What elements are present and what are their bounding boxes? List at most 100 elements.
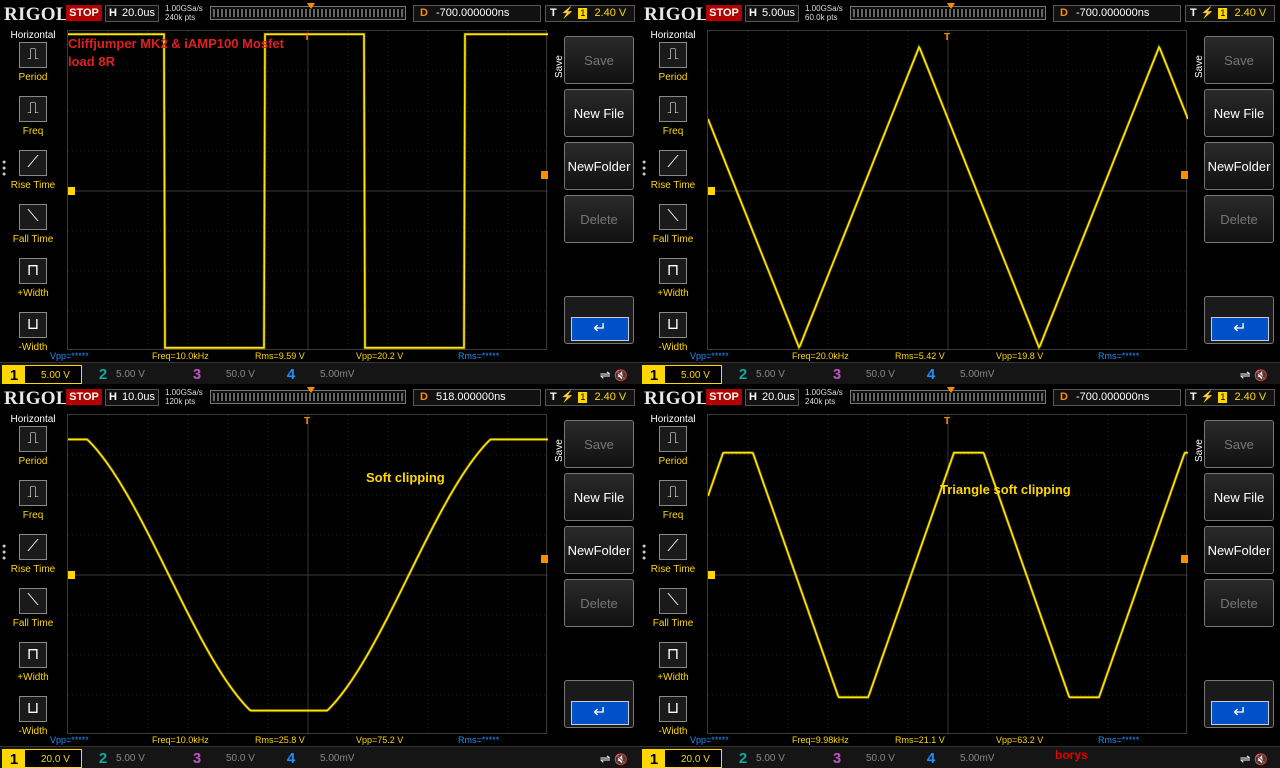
ch2-tab[interactable]: 2 5.00 V xyxy=(92,749,184,768)
ch4-tab[interactable]: 4 5.00mV xyxy=(920,365,1012,384)
delete-button[interactable]: Delete xyxy=(564,579,634,627)
ch4-tab[interactable]: 4 5.00mV xyxy=(280,365,372,384)
new-folder-button[interactable]: NewFolder xyxy=(1204,142,1274,190)
run-stop-badge[interactable]: STOP xyxy=(706,389,742,405)
ch1-tab[interactable]: 1 5.00 V xyxy=(2,365,82,384)
ch1-number: 1 xyxy=(643,750,665,768)
scope-panel-3: RIGOL STOP H 20.0us 1.00GSa/s 240k pts D -7… xyxy=(640,384,1280,768)
measure-item-1[interactable]: ⎍ Freq xyxy=(640,480,706,530)
delete-button[interactable]: Delete xyxy=(1204,579,1274,627)
timebase-box[interactable]: H 5.00us xyxy=(745,5,799,22)
memory-strip[interactable] xyxy=(850,3,1046,20)
trigger-box[interactable]: T ⚡ 1 2.40 V xyxy=(1185,389,1275,406)
memory-strip[interactable] xyxy=(210,387,406,404)
run-stop-badge[interactable]: STOP xyxy=(66,5,102,21)
measure-item-4[interactable]: ⊓ +Width xyxy=(640,642,706,692)
trigger-level-marker xyxy=(541,555,548,563)
measure-item-0[interactable]: ⎍ Period xyxy=(0,42,66,92)
trigger-time-marker: T xyxy=(304,416,310,427)
memory-strip[interactable] xyxy=(850,387,1046,404)
ch1-tab[interactable]: 1 20.0 V xyxy=(642,749,722,768)
ch4-tab[interactable]: 4 5.00mV xyxy=(920,749,1012,768)
new-file-button[interactable]: New File xyxy=(1204,89,1274,137)
usb-icon: ⇌ 🔇 xyxy=(599,367,628,382)
trigger-box[interactable]: T ⚡ 1 2.40 V xyxy=(545,5,635,22)
measure-label: Rise Time xyxy=(10,564,56,575)
delay-box[interactable]: D -700.000000ns xyxy=(413,5,541,22)
brand-logo: RIGOL xyxy=(4,388,69,409)
measure-label: +Width xyxy=(657,288,689,299)
new-folder-button[interactable]: NewFolder xyxy=(564,526,634,574)
horizontal-menu: Horizontal ● ● ● ⎍ Period ⎍ Freq ⟋ Rise Ti… xyxy=(0,30,66,360)
new-file-button[interactable]: New File xyxy=(1204,473,1274,521)
run-stop-badge[interactable]: STOP xyxy=(706,5,742,21)
new-file-button[interactable]: New File xyxy=(564,89,634,137)
measure-item-1[interactable]: ⎍ Freq xyxy=(640,96,706,146)
back-button[interactable]: ↵ xyxy=(1204,680,1274,728)
ch1-tab[interactable]: 1 5.00 V xyxy=(642,365,722,384)
measure-item-2[interactable]: ⟋ Rise Time xyxy=(0,534,66,584)
measure-item-3[interactable]: ⟍ Fall Time xyxy=(0,588,66,638)
sample-info: 1.00GSa/s 240k pts xyxy=(165,4,203,22)
delay-box[interactable]: D -700.000000ns xyxy=(1053,389,1181,406)
measure-item-2[interactable]: ⟋ Rise Time xyxy=(640,150,706,200)
trigger-box[interactable]: T ⚡ 1 2.40 V xyxy=(1185,5,1275,22)
save-button[interactable]: Save xyxy=(564,36,634,84)
speaker-mute-icon: 🔇 xyxy=(614,370,628,382)
measure-item-1[interactable]: ⎍ Freq xyxy=(0,480,66,530)
ch3-tab[interactable]: 3 50.0 V xyxy=(186,365,278,384)
ch1-scale: 5.00 V xyxy=(41,370,70,381)
horizontal-menu: Horizontal ● ● ● ⎍ Period ⎍ Freq ⟋ Rise Ti… xyxy=(640,414,706,744)
waveform-display[interactable]: T xyxy=(707,414,1188,735)
delay-box[interactable]: D 518.000000ns xyxy=(413,389,541,406)
waveform-display[interactable]: T xyxy=(67,414,548,735)
measure-item-3[interactable]: ⟍ Fall Time xyxy=(640,588,706,638)
h-label: H xyxy=(109,7,117,19)
waveform-display[interactable]: T xyxy=(707,30,1188,351)
ch4-number: 4 xyxy=(926,750,936,767)
d-label: D xyxy=(1060,7,1068,19)
timebase-box[interactable]: H 10.0us xyxy=(105,389,159,406)
save-button[interactable]: Save xyxy=(1204,420,1274,468)
delay-box[interactable]: D -700.000000ns xyxy=(1053,5,1181,22)
usb-icon: ⇌ 🔇 xyxy=(1239,751,1268,766)
save-button[interactable]: Save xyxy=(1204,36,1274,84)
memory-strip[interactable] xyxy=(210,3,406,20)
delete-button[interactable]: Delete xyxy=(564,195,634,243)
measure-item-2[interactable]: ⟋ Rise Time xyxy=(640,534,706,584)
measure-item-4[interactable]: ⊓ +Width xyxy=(640,258,706,308)
timebase-box[interactable]: H 20.0us xyxy=(105,5,159,22)
ch4-tab[interactable]: 4 5.00mV xyxy=(280,749,372,768)
ch2-tab[interactable]: 2 5.00 V xyxy=(732,749,824,768)
ch2-tab[interactable]: 2 5.00 V xyxy=(92,365,184,384)
ch3-tab[interactable]: 3 50.0 V xyxy=(826,365,918,384)
measure-item-1[interactable]: ⎍ Freq xyxy=(0,96,66,146)
save-button[interactable]: Save xyxy=(564,420,634,468)
new-folder-button[interactable]: NewFolder xyxy=(564,142,634,190)
trigger-box[interactable]: T ⚡ 1 2.40 V xyxy=(545,389,635,406)
measure-item-4[interactable]: ⊓ +Width xyxy=(0,258,66,308)
measure-item-0[interactable]: ⎍ Period xyxy=(0,426,66,476)
measure-label: Rise Time xyxy=(10,180,56,191)
back-button[interactable]: ↵ xyxy=(564,680,634,728)
measure-1-icon: ⎍ xyxy=(659,480,687,506)
measure-item-0[interactable]: ⎍ Period xyxy=(640,426,706,476)
new-file-button[interactable]: New File xyxy=(564,473,634,521)
measure-item-2[interactable]: ⟋ Rise Time xyxy=(0,150,66,200)
measure-item-4[interactable]: ⊓ +Width xyxy=(0,642,66,692)
ch1-tab[interactable]: 1 20.0 V xyxy=(2,749,82,768)
ch2-tab[interactable]: 2 5.00 V xyxy=(732,365,824,384)
back-button[interactable]: ↵ xyxy=(564,296,634,344)
waveform-display[interactable]: T xyxy=(67,30,548,351)
ch3-tab[interactable]: 3 50.0 V xyxy=(186,749,278,768)
measure-item-3[interactable]: ⟍ Fall Time xyxy=(0,204,66,254)
measure-item-0[interactable]: ⎍ Period xyxy=(640,42,706,92)
memory-depth: 120k pts xyxy=(165,397,196,406)
ch3-tab[interactable]: 3 50.0 V xyxy=(826,749,918,768)
new-folder-button[interactable]: NewFolder xyxy=(1204,526,1274,574)
timebase-box[interactable]: H 20.0us xyxy=(745,389,799,406)
measure-item-3[interactable]: ⟍ Fall Time xyxy=(640,204,706,254)
back-button[interactable]: ↵ xyxy=(1204,296,1274,344)
delete-button[interactable]: Delete xyxy=(1204,195,1274,243)
run-stop-badge[interactable]: STOP xyxy=(66,389,102,405)
